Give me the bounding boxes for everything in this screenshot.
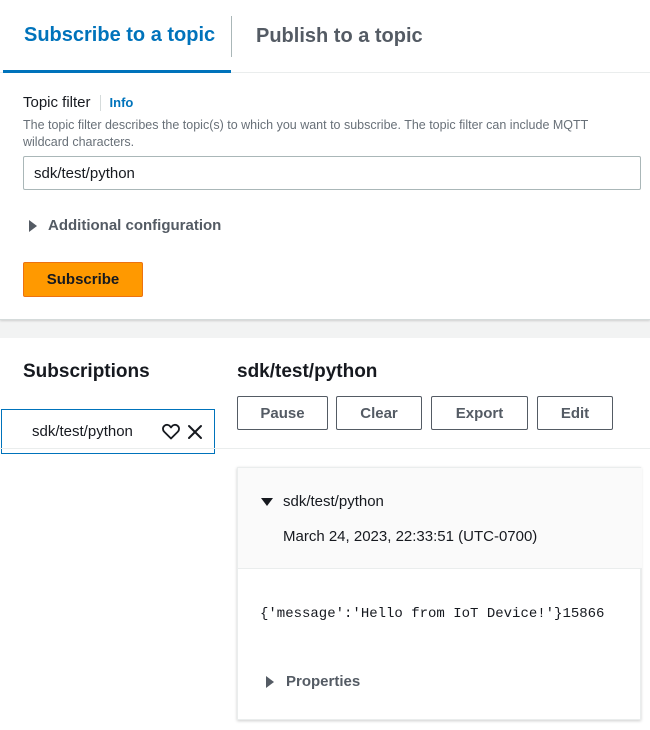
subscriptions-panel: Subscriptions sdk/test/python sdk/test/p… [0,338,650,730]
tab-bar: Subscribe to a topic Publish to a topic [0,0,650,73]
topic-filter-label: Topic filter [23,94,91,111]
info-separator [99,94,101,111]
topic-filter-label-row: Topic filter Info [23,94,133,111]
additional-configuration-label: Additional configuration [48,217,222,234]
tab-subscribe[interactable]: Subscribe to a topic [3,0,231,73]
subscription-topic: sdk/test/python [32,423,133,440]
subscribe-panel: Subscribe to a topic Publish to a topic … [0,0,650,320]
message-card: sdk/test/python March 24, 2023, 22:33:51… [237,467,642,720]
subscribe-button[interactable]: Subscribe [23,262,143,297]
caret-right-icon [29,219,37,232]
export-button[interactable]: Export [431,396,528,430]
topic-filter-input[interactable] [23,156,641,190]
clear-button[interactable]: Clear [336,396,422,430]
message-header[interactable]: sdk/test/python March 24, 2023, 22:33:51… [238,468,642,569]
message-topic: sdk/test/python [283,493,384,510]
close-icon[interactable] [187,424,203,440]
pause-button[interactable]: Pause [237,396,328,430]
caret-right-icon [266,675,274,688]
message-timestamp: March 24, 2023, 22:33:51 (UTC-0700) [283,528,538,545]
additional-configuration-toggle[interactable]: Additional configuration [29,217,221,234]
message-payload: {'message':'Hello from IoT Device!'}1586… [260,606,605,622]
heart-icon[interactable] [162,423,180,440]
info-link[interactable]: Info [110,95,134,110]
caret-down-icon [261,498,273,506]
subscriptions-title: Subscriptions [23,361,150,382]
topic-view-title: sdk/test/python [237,361,378,382]
edit-button[interactable]: Edit [537,396,613,430]
properties-label: Properties [286,673,361,690]
topic-filter-description: The topic filter describes the topic(s) … [23,118,589,149]
properties-toggle[interactable]: Properties [266,673,360,690]
tab-publish[interactable]: Publish to a topic [232,0,423,73]
divider [0,448,650,449]
